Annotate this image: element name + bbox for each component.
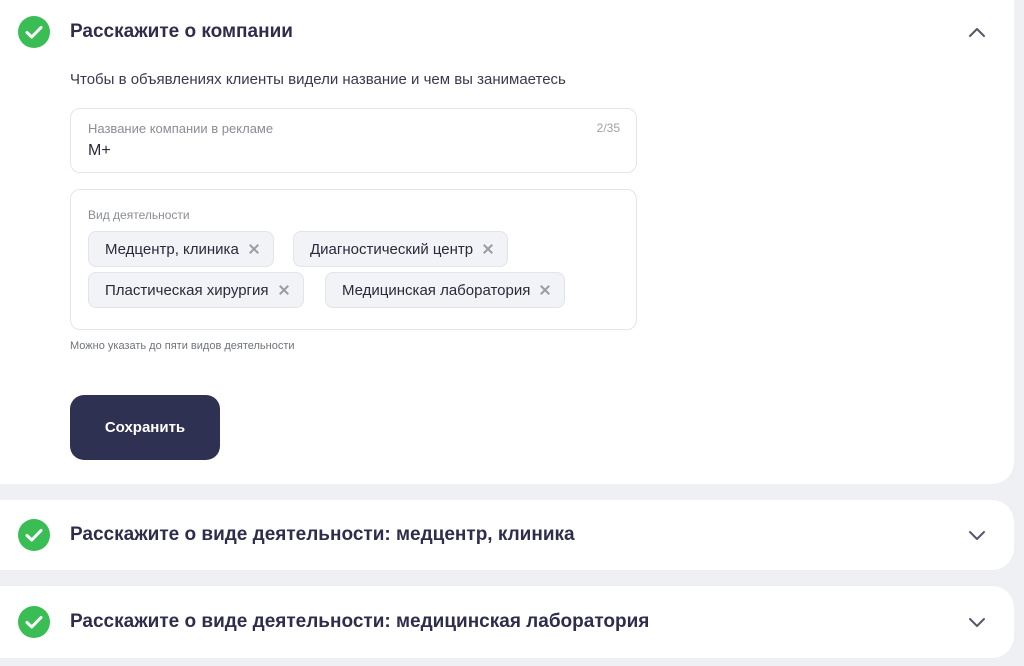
chip-label: Пластическая хирургия [105,281,269,299]
section-title-company[interactable]: Расскажите о компании [70,21,293,43]
char-counter: 2/35 [596,121,620,135]
company-section: Расскажите о компании Чтобы в объявления… [0,0,1014,484]
activity-chip[interactable]: Медицинская лаборатория [325,272,566,308]
close-icon[interactable] [538,283,552,297]
activity-field[interactable]: Вид деятельности Медцентр, клиника Диагн… [70,189,637,330]
activity-chip[interactable]: Медцентр, клиника [88,231,274,267]
chevron-down-icon[interactable] [966,524,988,546]
check-circle-icon [18,606,50,638]
section-title-medcenter[interactable]: Расскажите о виде деятельности: медцентр… [70,524,575,546]
company-name-field[interactable]: Название компании в рекламе 2/35 М+ [70,108,637,173]
close-icon[interactable] [481,242,495,256]
activity-chip[interactable]: Диагностический центр [293,231,509,267]
section-subtitle: Чтобы в объявлениях клиенты видели назва… [70,71,566,88]
close-icon[interactable] [247,242,261,256]
activity-hint: Можно указать до пяти видов деятельности [70,340,295,352]
save-button[interactable]: Сохранить [70,395,220,460]
activity-chip[interactable]: Пластическая хирургия [88,272,304,308]
close-icon[interactable] [277,283,291,297]
check-circle-icon [18,16,50,48]
activity-section-medcenter[interactable]: Расскажите о виде деятельности: медцентр… [0,500,1014,570]
check-circle-icon [18,519,50,551]
chevron-down-icon[interactable] [966,611,988,633]
chip-label: Медцентр, клиника [105,240,239,258]
section-title-laboratory[interactable]: Расскажите о виде деятельности: медицинс… [70,611,649,633]
chip-label: Диагностический центр [310,240,474,258]
chip-label: Медицинская лаборатория [342,281,531,299]
company-name-label: Название компании в рекламе [88,121,274,136]
company-name-value[interactable]: М+ [88,142,111,160]
chevron-up-icon[interactable] [966,21,988,43]
activity-section-laboratory[interactable]: Расскажите о виде деятельности: медицинс… [0,586,1014,658]
activity-label: Вид деятельности [88,208,190,222]
